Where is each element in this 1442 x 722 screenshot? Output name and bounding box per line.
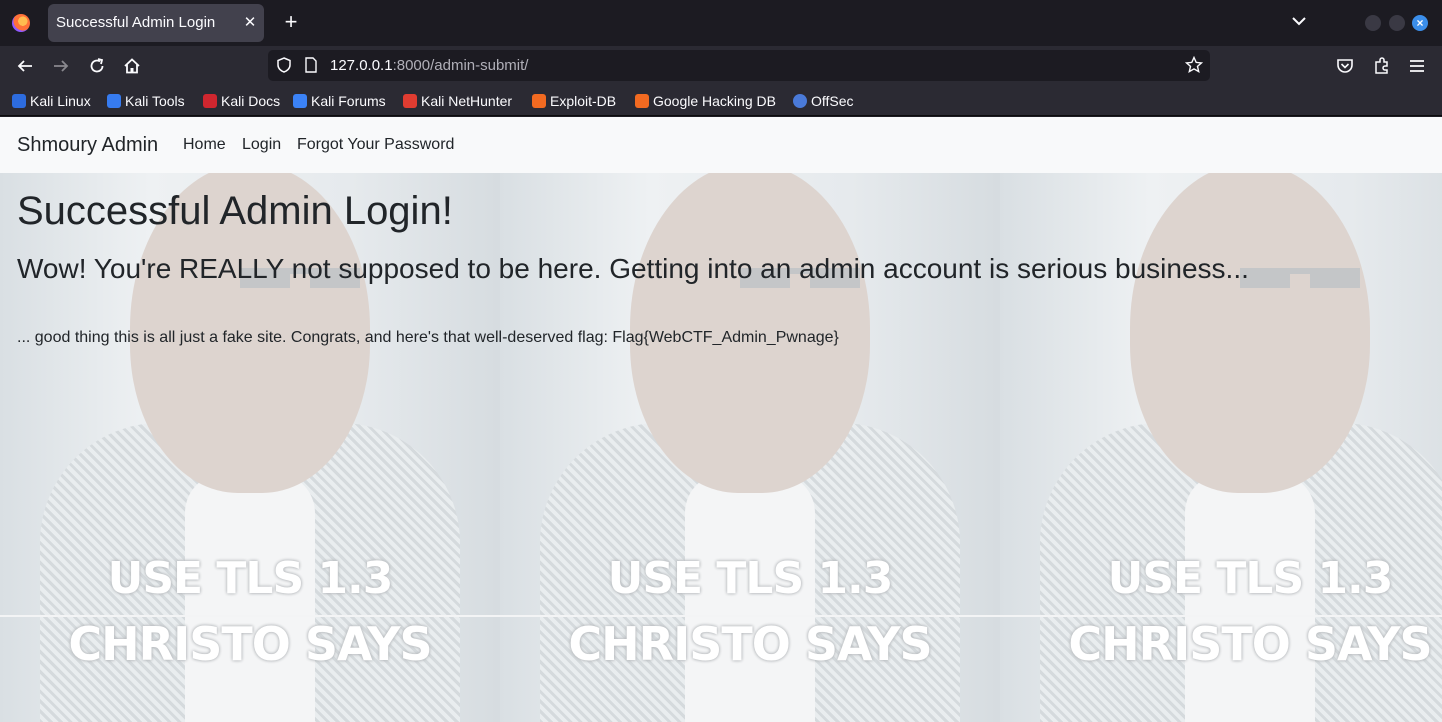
arrow-left-icon [17, 60, 32, 72]
navigation-toolbar: 127.0.0.1:8000/admin-submit/ [0, 46, 1442, 86]
page-subtitle: Wow! You're REALLY not supposed to be he… [17, 253, 1249, 284]
bookmark-google-hacking-db[interactable]: Google Hacking DB [635, 86, 776, 116]
kali-dragon-icon [12, 94, 26, 108]
bookmark-kali-docs[interactable]: Kali Docs [203, 86, 280, 116]
url-text[interactable]: 127.0.0.1:8000/admin-submit/ [330, 50, 528, 81]
close-tab-icon[interactable]: ✕ [242, 4, 258, 42]
kali-nethunter-icon [403, 94, 417, 108]
extensions-puzzle-icon[interactable] [1372, 56, 1392, 76]
meme-bottom-text: CHRISTO SAYS [568, 617, 932, 671]
tracking-protection-shield-icon[interactable] [276, 57, 292, 73]
meme-top-text: USE TLS 1.3 [107, 553, 394, 604]
pixel-sunglasses-icon [1240, 268, 1370, 288]
url-path: :8000/admin-submit/ [392, 57, 529, 74]
minimize-window-button[interactable] [1365, 15, 1381, 31]
home-icon [124, 58, 140, 74]
exploit-db-icon [532, 94, 546, 108]
pocket-icon[interactable] [1335, 56, 1355, 76]
bookmark-offsec[interactable]: OffSec [793, 86, 854, 116]
url-bar[interactable]: 127.0.0.1:8000/admin-submit/ [268, 50, 1210, 81]
hamburger-menu-icon[interactable] [1407, 56, 1427, 76]
tab-title: Successful Admin Login [56, 14, 216, 31]
kali-tools-icon [107, 94, 121, 108]
google-hacking-db-icon [635, 94, 649, 108]
nav-link-home[interactable]: Home [183, 117, 226, 173]
back-button[interactable] [13, 54, 37, 78]
nav-link-login[interactable]: Login [242, 117, 281, 173]
bookmark-exploit-db[interactable]: Exploit-DB [532, 86, 616, 116]
bookmark-star-icon[interactable] [1185, 56, 1203, 74]
bookmark-kali-linux[interactable]: Kali Linux [12, 86, 91, 116]
bookmark-kali-forums[interactable]: Kali Forums [293, 86, 386, 116]
new-tab-button[interactable]: + [280, 10, 302, 34]
kali-docs-icon [203, 94, 217, 108]
page-title: Successful Admin Login! [17, 189, 453, 233]
reload-icon [90, 58, 104, 73]
meme-bottom-text: CHRISTO SAYS [1068, 617, 1432, 671]
firefox-icon[interactable] [12, 14, 30, 32]
bookmark-kali-nethunter[interactable]: Kali NetHunter [403, 86, 512, 116]
site-navbar: Shmoury Admin Home Login Forgot Your Pas… [0, 117, 1442, 173]
offsec-icon [793, 94, 807, 108]
maximize-window-button[interactable] [1389, 15, 1405, 31]
arrow-right-icon [54, 60, 69, 72]
bookmarks-toolbar: Kali Linux Kali Tools Kali Docs Kali For… [0, 86, 1442, 116]
meme-top-text: USE TLS 1.3 [1107, 553, 1394, 604]
web-page: Shmoury Admin Home Login Forgot Your Pas… [0, 117, 1442, 722]
bookmark-kali-tools[interactable]: Kali Tools [107, 86, 185, 116]
forward-button[interactable] [49, 54, 73, 78]
meme-top-text: USE TLS 1.3 [607, 553, 894, 604]
page-info-icon[interactable] [304, 57, 318, 73]
meme-bottom-text: CHRISTO SAYS [68, 617, 432, 671]
tab-active[interactable]: Successful Admin Login ✕ [48, 4, 264, 42]
site-brand-link[interactable]: Shmoury Admin [17, 117, 158, 173]
flag-message: ... good thing this is all just a fake s… [17, 329, 839, 346]
tab-bar: Successful Admin Login ✕ + × [0, 0, 1442, 46]
reload-button[interactable] [85, 54, 109, 78]
close-window-button[interactable]: × [1412, 15, 1428, 31]
list-all-tabs-icon[interactable] [1290, 12, 1308, 30]
kali-forums-icon [293, 94, 307, 108]
home-button[interactable] [120, 54, 144, 78]
url-host: 127.0.0.1 [330, 57, 393, 74]
nav-link-forgot-password[interactable]: Forgot Your Password [297, 117, 454, 173]
